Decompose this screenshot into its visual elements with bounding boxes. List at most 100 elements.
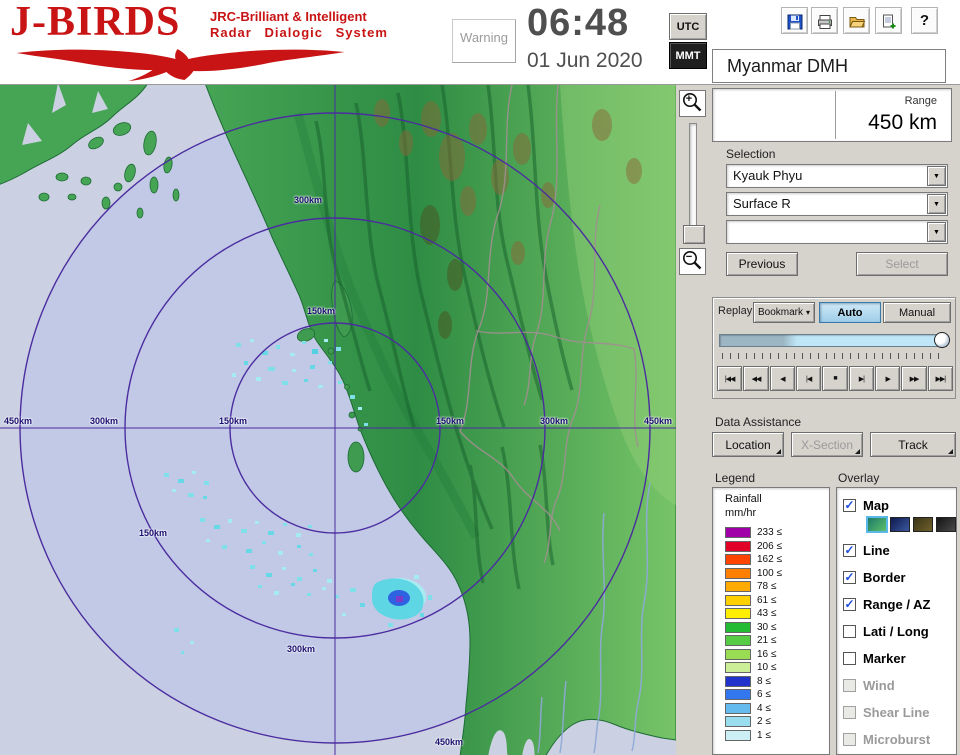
zoom-slider-handle[interactable] — [683, 225, 705, 244]
assist-track-button[interactable]: Track — [870, 432, 956, 457]
chevron-down-icon: ▾ — [806, 308, 811, 317]
playback-fast-rewind-button[interactable]: ◀◀ — [743, 366, 769, 391]
overlay-item-lati-long[interactable]: Lati / Long — [843, 618, 956, 645]
legend-row: 2 ≤ — [725, 715, 827, 729]
legend-row: 43 ≤ — [725, 607, 827, 621]
warning-button[interactable]: Warning — [452, 19, 516, 63]
legend-row: 30 ≤ — [725, 621, 827, 635]
range-ring-label: 150km — [436, 416, 465, 426]
playback-play-reverse-button[interactable]: ◀ — [769, 366, 795, 391]
overlay-item-range-az[interactable]: ✓ Range / AZ — [843, 591, 956, 618]
save-button[interactable] — [781, 7, 808, 34]
legend-color-swatch — [725, 675, 751, 687]
legend-color-swatch — [725, 635, 751, 647]
overlay-item-marker[interactable]: Marker — [843, 645, 956, 672]
corner-arrow-icon — [855, 449, 860, 454]
legend-row: 16 ≤ — [725, 648, 827, 662]
mmt-toggle-button[interactable]: MMT — [669, 42, 707, 69]
help-button[interactable]: ? — [911, 7, 938, 34]
overlay-item-shear-line[interactable]: Shear Line — [843, 699, 956, 726]
auto-mode-button[interactable]: Auto — [819, 302, 881, 323]
overlay-checkbox-list: ✓ Map ✓ Line ✓ Border ✓ Range / AZ Lati / Long Ma… — [837, 488, 956, 753]
checkbox[interactable] — [843, 706, 856, 719]
overlay-item-microburst[interactable]: Microburst — [843, 726, 956, 753]
overlay-item-line[interactable]: ✓ Line — [843, 537, 956, 564]
range-display: Range 450 km — [712, 88, 952, 142]
assist-location-button[interactable]: Location — [712, 432, 784, 457]
export-icon — [882, 14, 895, 29]
zoom-in-glyph: + — [685, 93, 693, 105]
map-style-navy[interactable] — [890, 517, 910, 532]
checkbox[interactable] — [843, 733, 856, 746]
save-icon — [787, 14, 802, 30]
playback-fast-forward-button[interactable]: ▶▶ — [901, 366, 927, 391]
app-logo-title: J-BIRDS — [10, 0, 181, 45]
playback-step-forward-button[interactable]: ▶| — [848, 366, 874, 391]
checkbox[interactable]: ✓ — [843, 544, 856, 557]
overlay-item-label: Line — [863, 543, 890, 558]
product-dropdown[interactable]: Surface R ▼ — [726, 192, 948, 216]
checkbox[interactable] — [843, 679, 856, 692]
legend-value: 2 ≤ — [757, 716, 771, 728]
chevron-down-icon[interactable]: ▼ — [927, 194, 946, 214]
legend-value: 206 ≤ — [757, 540, 782, 552]
playback-stop-button[interactable]: ■ — [822, 366, 848, 391]
assist-button-label: Location — [725, 437, 771, 452]
previous-button[interactable]: Previous — [726, 252, 798, 276]
playback-play-button[interactable]: ▶ — [874, 366, 901, 391]
legend-value: 16 ≤ — [757, 648, 777, 660]
overlay-item-border[interactable]: ✓ Border — [843, 564, 956, 591]
legend-value: 233 ≤ — [757, 527, 782, 539]
overlay-item-label: Map — [863, 498, 889, 513]
range-ring-label: 450km — [644, 416, 673, 426]
overlay-item-wind[interactable]: Wind — [843, 672, 956, 699]
clock-time: 06:48 — [527, 2, 630, 44]
radar-map[interactable]: 450km 300km 150km 150km 300km 450km 300km 150km… — [0, 85, 676, 755]
station-name-field: Myanmar DMH — [712, 49, 946, 83]
map-style-dark[interactable] — [936, 517, 956, 532]
playback-skip-to-start-button[interactable]: |◀◀ — [717, 366, 743, 391]
checkbox[interactable] — [843, 652, 856, 665]
checkbox[interactable]: ✓ — [843, 598, 856, 611]
playback-skip-to-end-button[interactable]: ▶▶| — [927, 366, 953, 391]
checkbox[interactable] — [843, 625, 856, 638]
print-button[interactable] — [811, 7, 838, 34]
legend-units: mm/hr — [725, 507, 757, 519]
legend-color-swatch — [725, 662, 751, 674]
option-dropdown[interactable]: ▼ — [726, 220, 948, 244]
range-ring-label: 150km — [307, 306, 336, 316]
checkbox[interactable]: ✓ — [843, 499, 856, 512]
open-folder-button[interactable] — [843, 7, 870, 34]
map-style-olive[interactable] — [913, 517, 933, 532]
data-assistance-buttons: Location X-Section Track — [712, 432, 956, 458]
range-ring-label: 300km — [287, 644, 316, 654]
range-ring-label: 150km — [139, 528, 168, 538]
overlay-panel: ✓ Map ✓ Line ✓ Border ✓ Range / AZ Lati / Long Ma… — [836, 487, 957, 755]
legend-row: 206 ≤ — [725, 540, 827, 554]
zoom-slider-track[interactable] — [689, 123, 697, 227]
map-style-terrain-green[interactable] — [867, 517, 887, 532]
zoom-out-button[interactable]: − — [679, 248, 706, 275]
select-button[interactable]: Select — [856, 252, 948, 276]
replay-slider-handle[interactable] — [934, 332, 950, 348]
legend-value: 4 ≤ — [757, 702, 771, 714]
chevron-down-icon[interactable]: ▼ — [927, 222, 946, 242]
legend-row: 1 ≤ — [725, 729, 827, 743]
export-button[interactable] — [875, 7, 902, 34]
legend-value: 1 ≤ — [757, 729, 771, 741]
replay-timeline-slider[interactable] — [719, 332, 950, 348]
assist-x-section-button[interactable]: X-Section — [791, 432, 863, 457]
manual-mode-button[interactable]: Manual — [883, 302, 951, 323]
zoom-in-button[interactable]: + — [679, 90, 706, 117]
legend-row: 78 ≤ — [725, 580, 827, 594]
playback-step-back-button[interactable]: |◀ — [795, 366, 822, 391]
assist-button-label: Track — [898, 437, 928, 452]
site-dropdown[interactable]: Kyauk Phyu ▼ — [726, 164, 948, 188]
overlay-item-map[interactable]: ✓ Map — [843, 492, 956, 519]
chevron-down-icon[interactable]: ▼ — [927, 166, 946, 186]
utc-toggle-button[interactable]: UTC — [669, 13, 707, 40]
legend-color-swatch — [725, 527, 751, 539]
bookmark-button[interactable]: Bookmark ▾ — [753, 302, 815, 323]
replay-panel: Replay Bookmark ▾ Auto Manual |◀◀ ◀◀ ◀ |◀ ■ ▶|… — [712, 297, 956, 399]
checkbox[interactable]: ✓ — [843, 571, 856, 584]
